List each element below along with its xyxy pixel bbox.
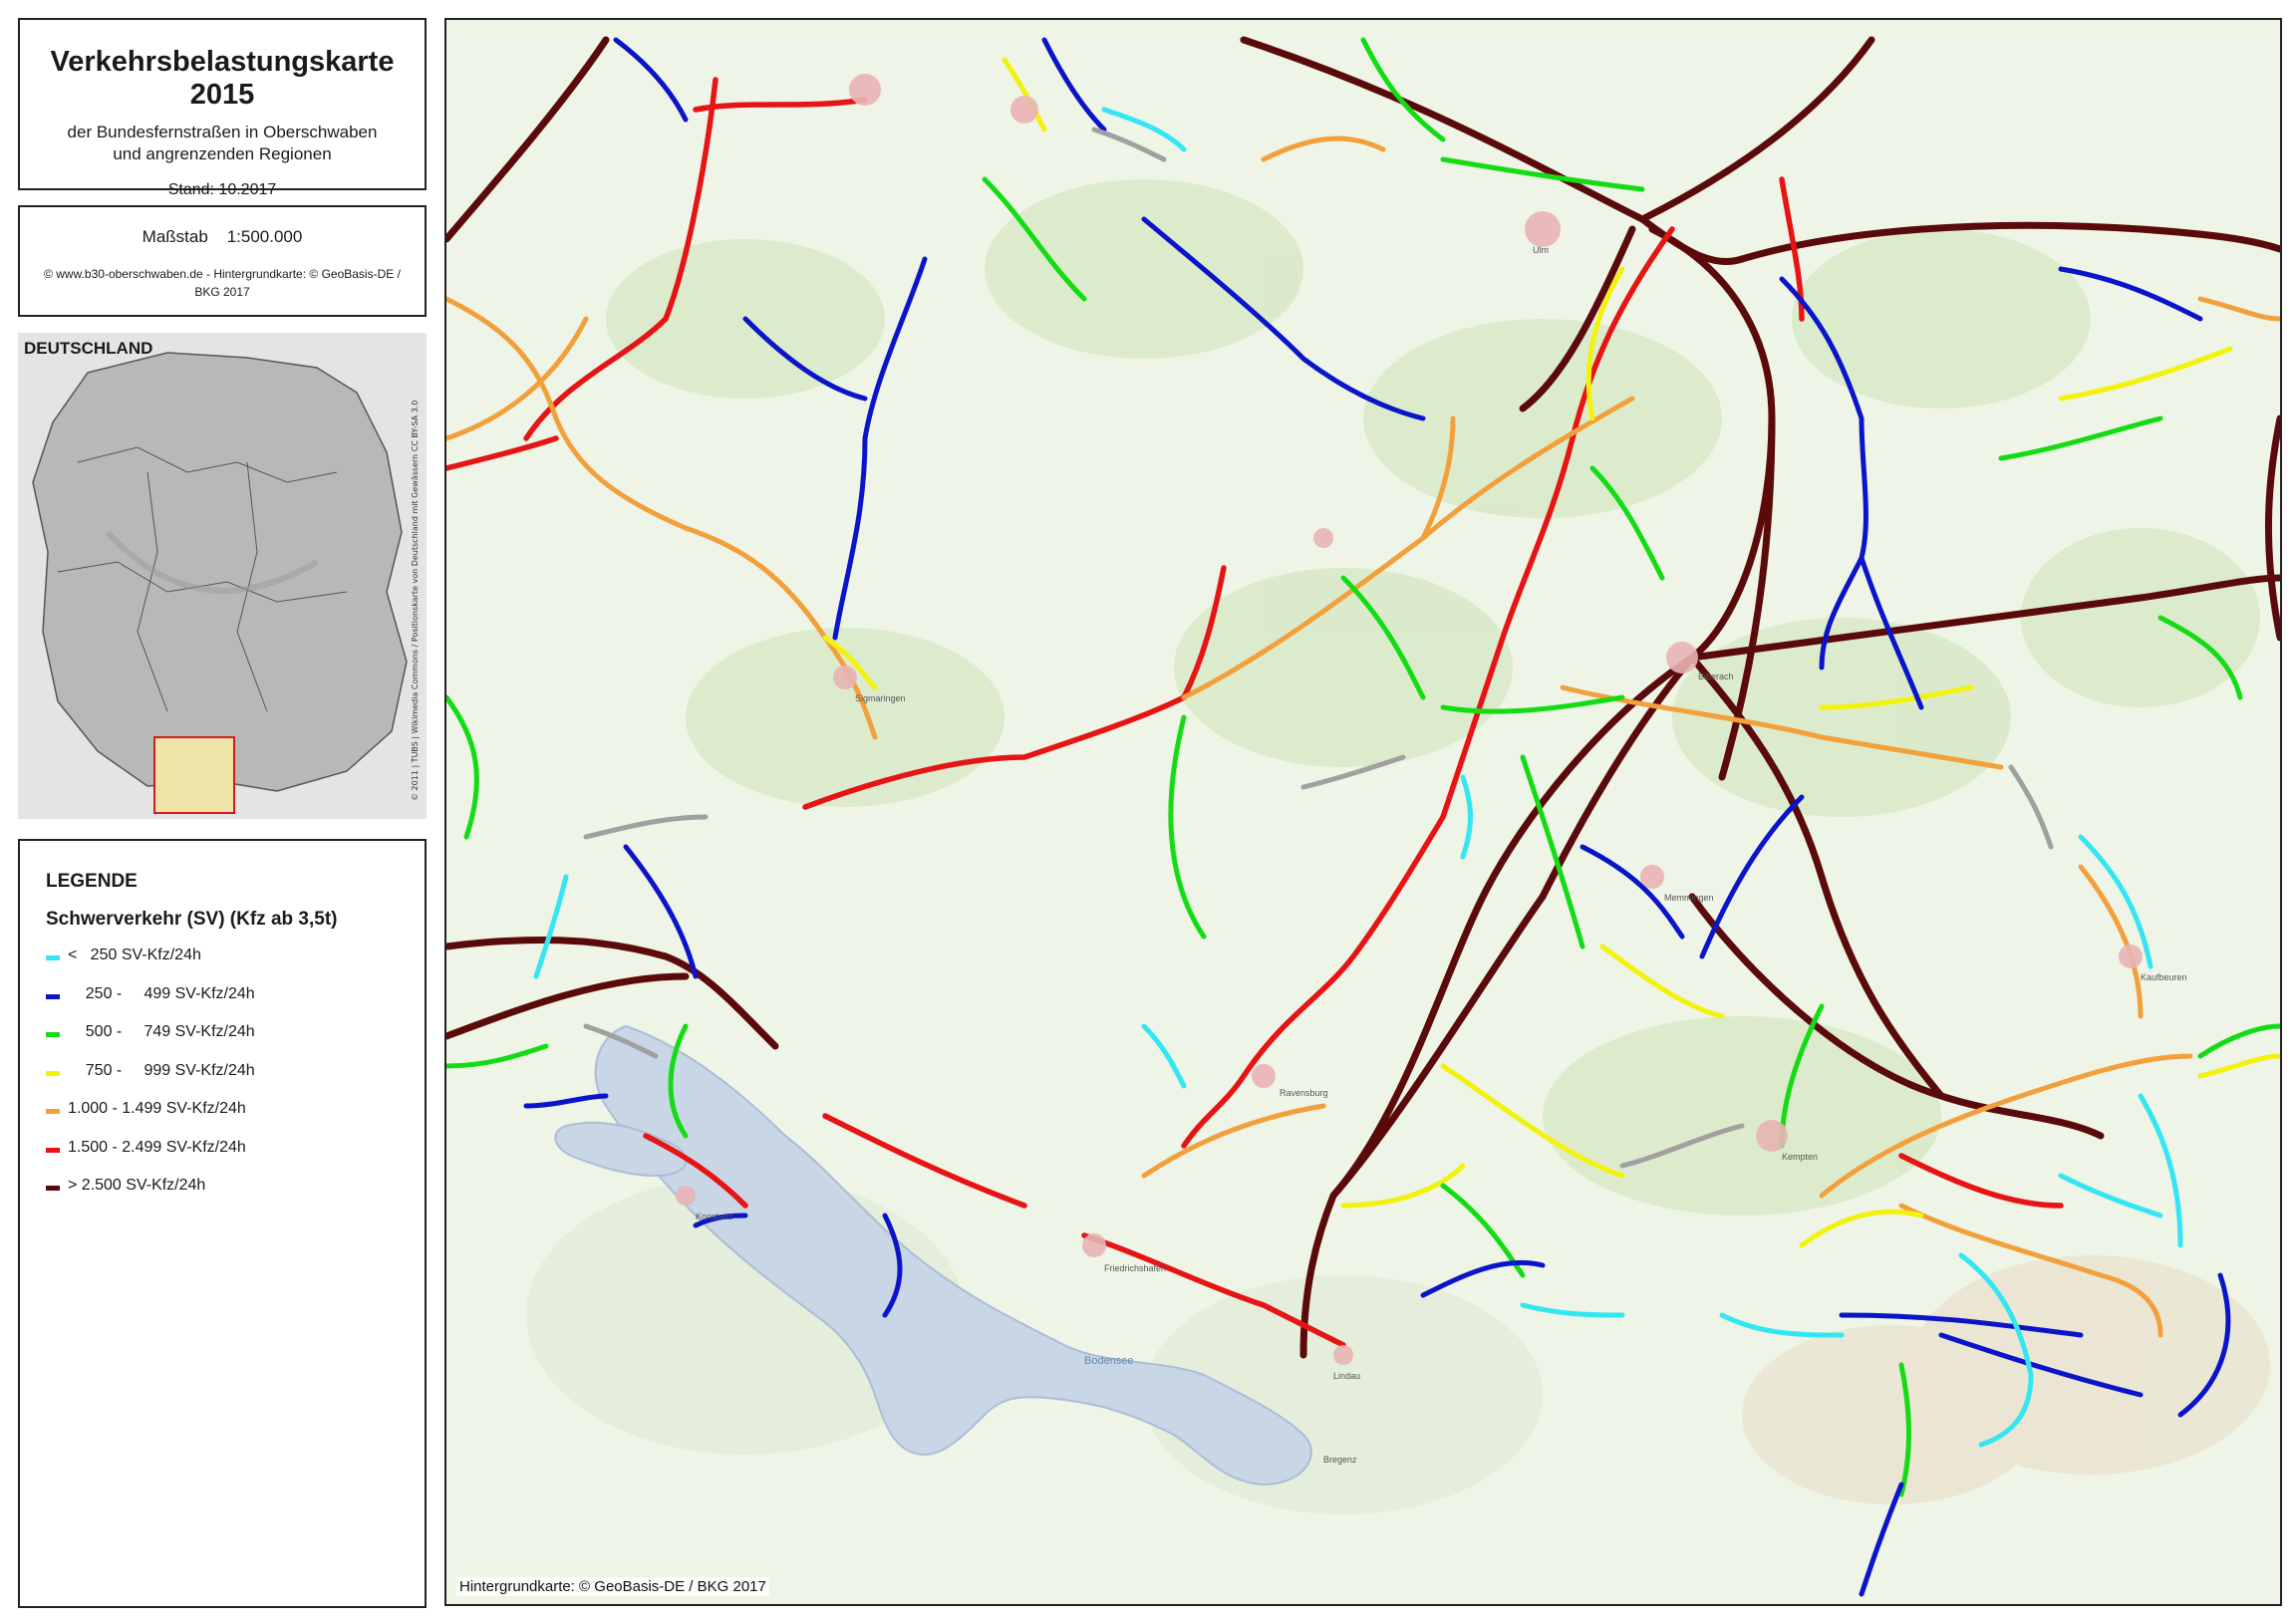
scale-credit: © www.b30-oberschwaben.de - Hintergrundk…	[44, 267, 401, 299]
overview-highlight-box	[153, 736, 235, 814]
legend-swatch	[46, 1109, 60, 1114]
legend-swatch	[46, 1147, 60, 1153]
place-label-bregenz: Bregenz	[1323, 1455, 1357, 1465]
overview-map-graphic	[18, 333, 427, 819]
place-label-sigmaringen: Sigmaringen	[855, 693, 906, 703]
scale-label: Maßstab 1:500.000	[142, 227, 303, 246]
map-title: Verkehrsbelastungskarte 2015	[50, 46, 395, 111]
legend-swatch	[46, 955, 60, 960]
place-label-biberach: Biberach	[1698, 672, 1734, 681]
place-label-kaufbeuren: Kaufbeuren	[2141, 972, 2187, 982]
legend-items: < 250 SV-Kfz/24h 250 - 499 SV-Kfz/24h 50…	[20, 947, 425, 1216]
place-label-lindau: Lindau	[1333, 1371, 1361, 1381]
lake-label-bodensee: Bodensee	[1084, 1355, 1134, 1367]
legend-item: 250 - 499 SV-Kfz/24h	[46, 985, 425, 1024]
map-stand: Stand: 10.2017	[167, 181, 277, 198]
overview-label: DEUTSCHLAND	[24, 339, 153, 358]
place-label-ravensburg: Ravensburg	[1280, 1088, 1328, 1098]
place-label-konstanz: Konstanz	[696, 1212, 733, 1221]
legend-item: 1.000 - 1.499 SV-Kfz/24h	[46, 1100, 425, 1139]
legend-label: 750 - 999 SV-Kfz/24h	[68, 1061, 255, 1079]
title-panel: Verkehrsbelastungskarte 2015 der Bundesf…	[18, 18, 427, 198]
legend-item: 500 - 749 SV-Kfz/24h	[46, 1023, 425, 1062]
map-subtitle-line1: der Bundesfernstraßen in Oberschwaben	[67, 123, 378, 141]
legend-label: 1.000 - 1.499 SV-Kfz/24h	[68, 1100, 246, 1117]
legend-item: 1.500 - 2.499 SV-Kfz/24h	[46, 1139, 425, 1178]
place-label-friedrichshafen: Friedrichshafen	[1104, 1263, 1167, 1273]
legend-item: < 250 SV-Kfz/24h	[46, 947, 425, 985]
legend-item: 750 - 999 SV-Kfz/24h	[46, 1062, 425, 1101]
overview-map: DEUTSCHLAND © 2011 | TUBS | Wikimedia Co…	[18, 333, 427, 819]
legend-swatch	[46, 1070, 60, 1076]
traffic-map[interactable]: Ulm Biberach Ravensburg Friedrichshafen …	[444, 18, 2282, 1606]
map-subtitle: der Bundesfernstraßen in Oberschwaben un…	[20, 122, 425, 165]
map-credit: Hintergrundkarte: © GeoBasis-DE / BKG 20…	[456, 1577, 769, 1596]
map-canvas[interactable]	[446, 20, 2280, 1604]
place-label-memmingen: Memmingen	[1664, 893, 1714, 903]
legend-subheading: Schwerverkehr (SV) (Kfz ab 3,5t)	[46, 909, 338, 930]
legend-swatch	[46, 1186, 60, 1191]
legend-panel: LEGENDE Schwerverkehr (SV) (Kfz ab 3,5t)…	[18, 839, 427, 1608]
legend-label: > 2.500 SV-Kfz/24h	[68, 1177, 206, 1194]
legend-label: 250 - 499 SV-Kfz/24h	[68, 984, 255, 1002]
legend-label: 500 - 749 SV-Kfz/24h	[68, 1023, 255, 1040]
legend-heading: LEGENDE	[46, 871, 138, 892]
legend-item: > 2.500 SV-Kfz/24h	[46, 1177, 425, 1216]
place-label-ulm: Ulm	[1533, 245, 1549, 255]
legend-swatch	[46, 1032, 60, 1037]
legend-label: 1.500 - 2.499 SV-Kfz/24h	[68, 1138, 246, 1156]
scale-panel: Maßstab 1:500.000 © www.b30-oberschwaben…	[18, 205, 427, 317]
legend-label: < 250 SV-Kfz/24h	[68, 947, 201, 963]
place-label-kempten: Kempten	[1782, 1152, 1819, 1162]
legend-swatch	[46, 993, 60, 999]
map-subtitle-line2: und angrenzenden Regionen	[113, 144, 332, 163]
overview-credit: © 2011 | TUBS | Wikimedia Commons / Posi…	[411, 400, 420, 801]
